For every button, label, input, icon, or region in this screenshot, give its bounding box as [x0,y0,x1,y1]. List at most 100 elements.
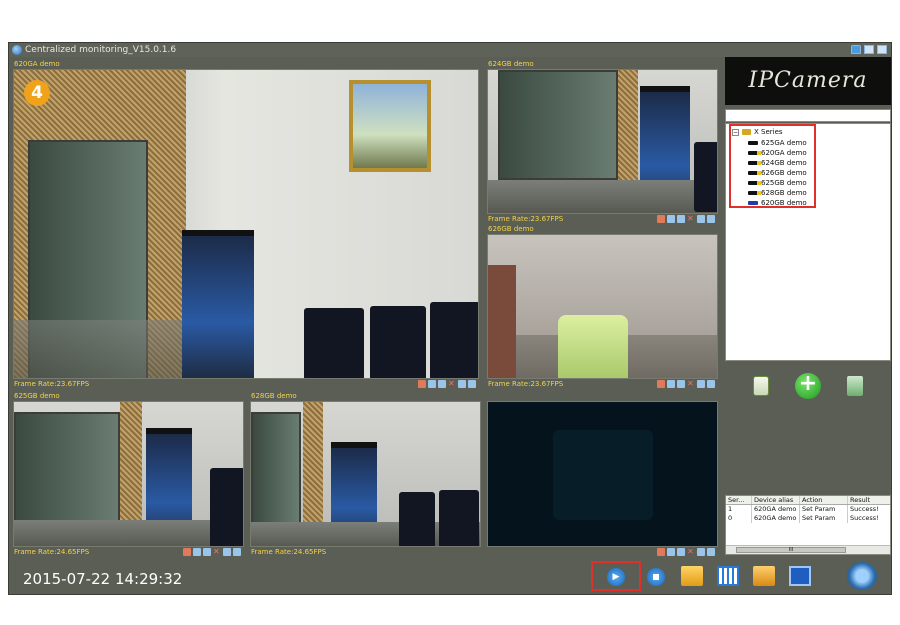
record-folder-icon[interactable] [753,566,775,586]
tree-root-x-series[interactable]: − X Series [732,128,783,136]
device-item-626gb[interactable]: 626GB demo [748,168,807,178]
device-item-620gb[interactable]: 620GB demo [748,198,807,208]
skin-icon[interactable] [851,45,861,54]
fullscreen-icon[interactable] [707,380,715,388]
pane-3-frame-rate: Frame Rate:23.67FPS [488,380,564,388]
camera-icon [748,151,761,155]
settings-tools-icon[interactable] [847,562,877,590]
close-icon[interactable]: ✕ [448,380,456,388]
gear-icon[interactable] [223,548,231,556]
speaker-icon[interactable] [428,380,436,388]
monitor-icon[interactable] [789,566,811,586]
log-cell: 620GA demo [752,514,800,523]
gear-icon[interactable] [458,380,466,388]
ipcamera-logo: IPCamera [725,57,891,105]
log-cell: 620GA demo [752,505,800,514]
right-panel: IPCamera − X Series 625GA demo 620GA dem… [723,57,893,596]
gear-icon[interactable] [697,548,705,556]
fullscreen-icon[interactable] [707,548,715,556]
minimize-button[interactable] [864,45,874,54]
delete-device-icon[interactable] [847,376,863,396]
pane-1-tools: ✕ [418,380,476,388]
log-col-serial[interactable]: Ser... [726,496,752,504]
speaker-icon[interactable] [193,548,201,556]
video-pane-2[interactable]: 624GB demo Frame Rate:23.67FPS ✕ [487,60,718,223]
gear-icon[interactable] [697,380,705,388]
close-icon[interactable]: ✕ [687,548,695,556]
pane-3-footer: Frame Rate:23.67FPS ✕ [488,379,717,390]
close-icon[interactable]: ✕ [213,548,221,556]
pane-3-tools: ✕ [657,380,715,388]
pane-4-frame-rate: Frame Rate:24.65FPS [14,548,90,556]
device-item-label: 620GB demo [761,199,807,207]
pane-6-footer: ✕ [488,547,717,558]
add-device-icon[interactable]: + [795,373,821,399]
record-icon[interactable] [677,380,685,388]
log-header: Ser... Device alias Action Result [726,496,890,505]
camera-icon [748,161,761,165]
device-item-label: 624GB demo [761,159,807,167]
record-icon[interactable] [203,548,211,556]
device-item-625gb[interactable]: 625GB demo [748,178,807,188]
device-item-label: 625GB demo [761,179,807,187]
close-icon[interactable]: ✕ [687,380,695,388]
pane-5-label: 628GB demo [251,392,297,400]
status-bar: 2015-07-22 14:29:32 ▶ [9,558,893,596]
pane-3-label: 626GB demo [488,225,534,233]
log-cell: 1 [726,505,752,514]
pane-3-video [488,235,717,378]
video-pane-1[interactable]: 620GA demo 4 Frame Rate:23.67FPS ✕ [13,60,479,388]
speaker-icon[interactable] [667,380,675,388]
stop-button[interactable] [647,568,665,586]
fullscreen-icon[interactable] [707,215,715,223]
window-controls [851,45,887,54]
video-pane-5[interactable]: 628GB demo Frame Rate:24.65FPS [250,392,481,556]
collapse-icon[interactable]: − [732,128,739,136]
device-search-input[interactable] [725,109,891,122]
speaker-icon[interactable] [667,548,675,556]
pane-2-frame-rate: Frame Rate:23.67FPS [488,215,564,223]
device-item-620ga[interactable]: 620GA demo [748,148,807,158]
pane-5-frame-rate: Frame Rate:24.65FPS [251,548,327,556]
device-item-625ga[interactable]: 625GA demo [748,138,807,148]
maximize-button[interactable] [877,45,887,54]
pen-icon[interactable] [657,215,665,223]
device-item-624gb[interactable]: 624GB demo [748,158,807,168]
record-icon[interactable] [677,548,685,556]
device-item-label: 626GB demo [761,169,807,177]
log-cell: Set Param [800,514,848,523]
pane-4-label: 625GB demo [14,392,60,400]
video-pane-3[interactable]: 626GB demo Frame Rate:23.67FPS ✕ [487,225,718,388]
log-col-action[interactable]: Action [800,496,848,504]
speaker-icon[interactable] [667,215,675,223]
datetime-display: 2015-07-22 14:29:32 [23,570,183,588]
layout-grid-icon[interactable] [717,566,739,586]
pane-2-label: 624GB demo [488,60,534,68]
tree-root-label: X Series [754,128,783,136]
video-pane-4[interactable]: 625GB demo Frame Rate:24.65FPS ✕ [13,392,244,556]
fullscreen-icon[interactable] [233,548,241,556]
video-pane-6[interactable]: ✕ [487,401,718,556]
log-col-result[interactable]: Result [848,496,890,504]
gear-icon[interactable] [697,215,705,223]
record-icon[interactable] [438,380,446,388]
device-item-628gb[interactable]: 628GB demo [748,188,807,198]
log-row: 0 620GA demo Set Param Success! [726,514,890,523]
log-cell: 0 [726,514,752,523]
open-folder-icon[interactable] [681,566,703,586]
device-tree: − X Series 625GA demo 620GA demo 624GB d… [725,123,891,361]
play-button[interactable]: ▶ [607,568,625,586]
pane-1-video: 4 [14,70,478,378]
record-icon[interactable] [677,215,685,223]
pen-icon[interactable] [657,380,665,388]
pen-icon[interactable] [418,380,426,388]
log-scroll-thumb[interactable]: III [736,547,846,553]
close-icon[interactable]: ✕ [687,215,695,223]
edit-device-icon[interactable] [753,376,769,396]
window-title: Centralized monitoring_V15.0.1.6 [25,45,177,55]
log-col-device[interactable]: Device alias [752,496,800,504]
pen-icon[interactable] [183,548,191,556]
fullscreen-icon[interactable] [468,380,476,388]
log-scrollbar[interactable]: III [726,545,890,554]
pen-icon[interactable] [657,548,665,556]
